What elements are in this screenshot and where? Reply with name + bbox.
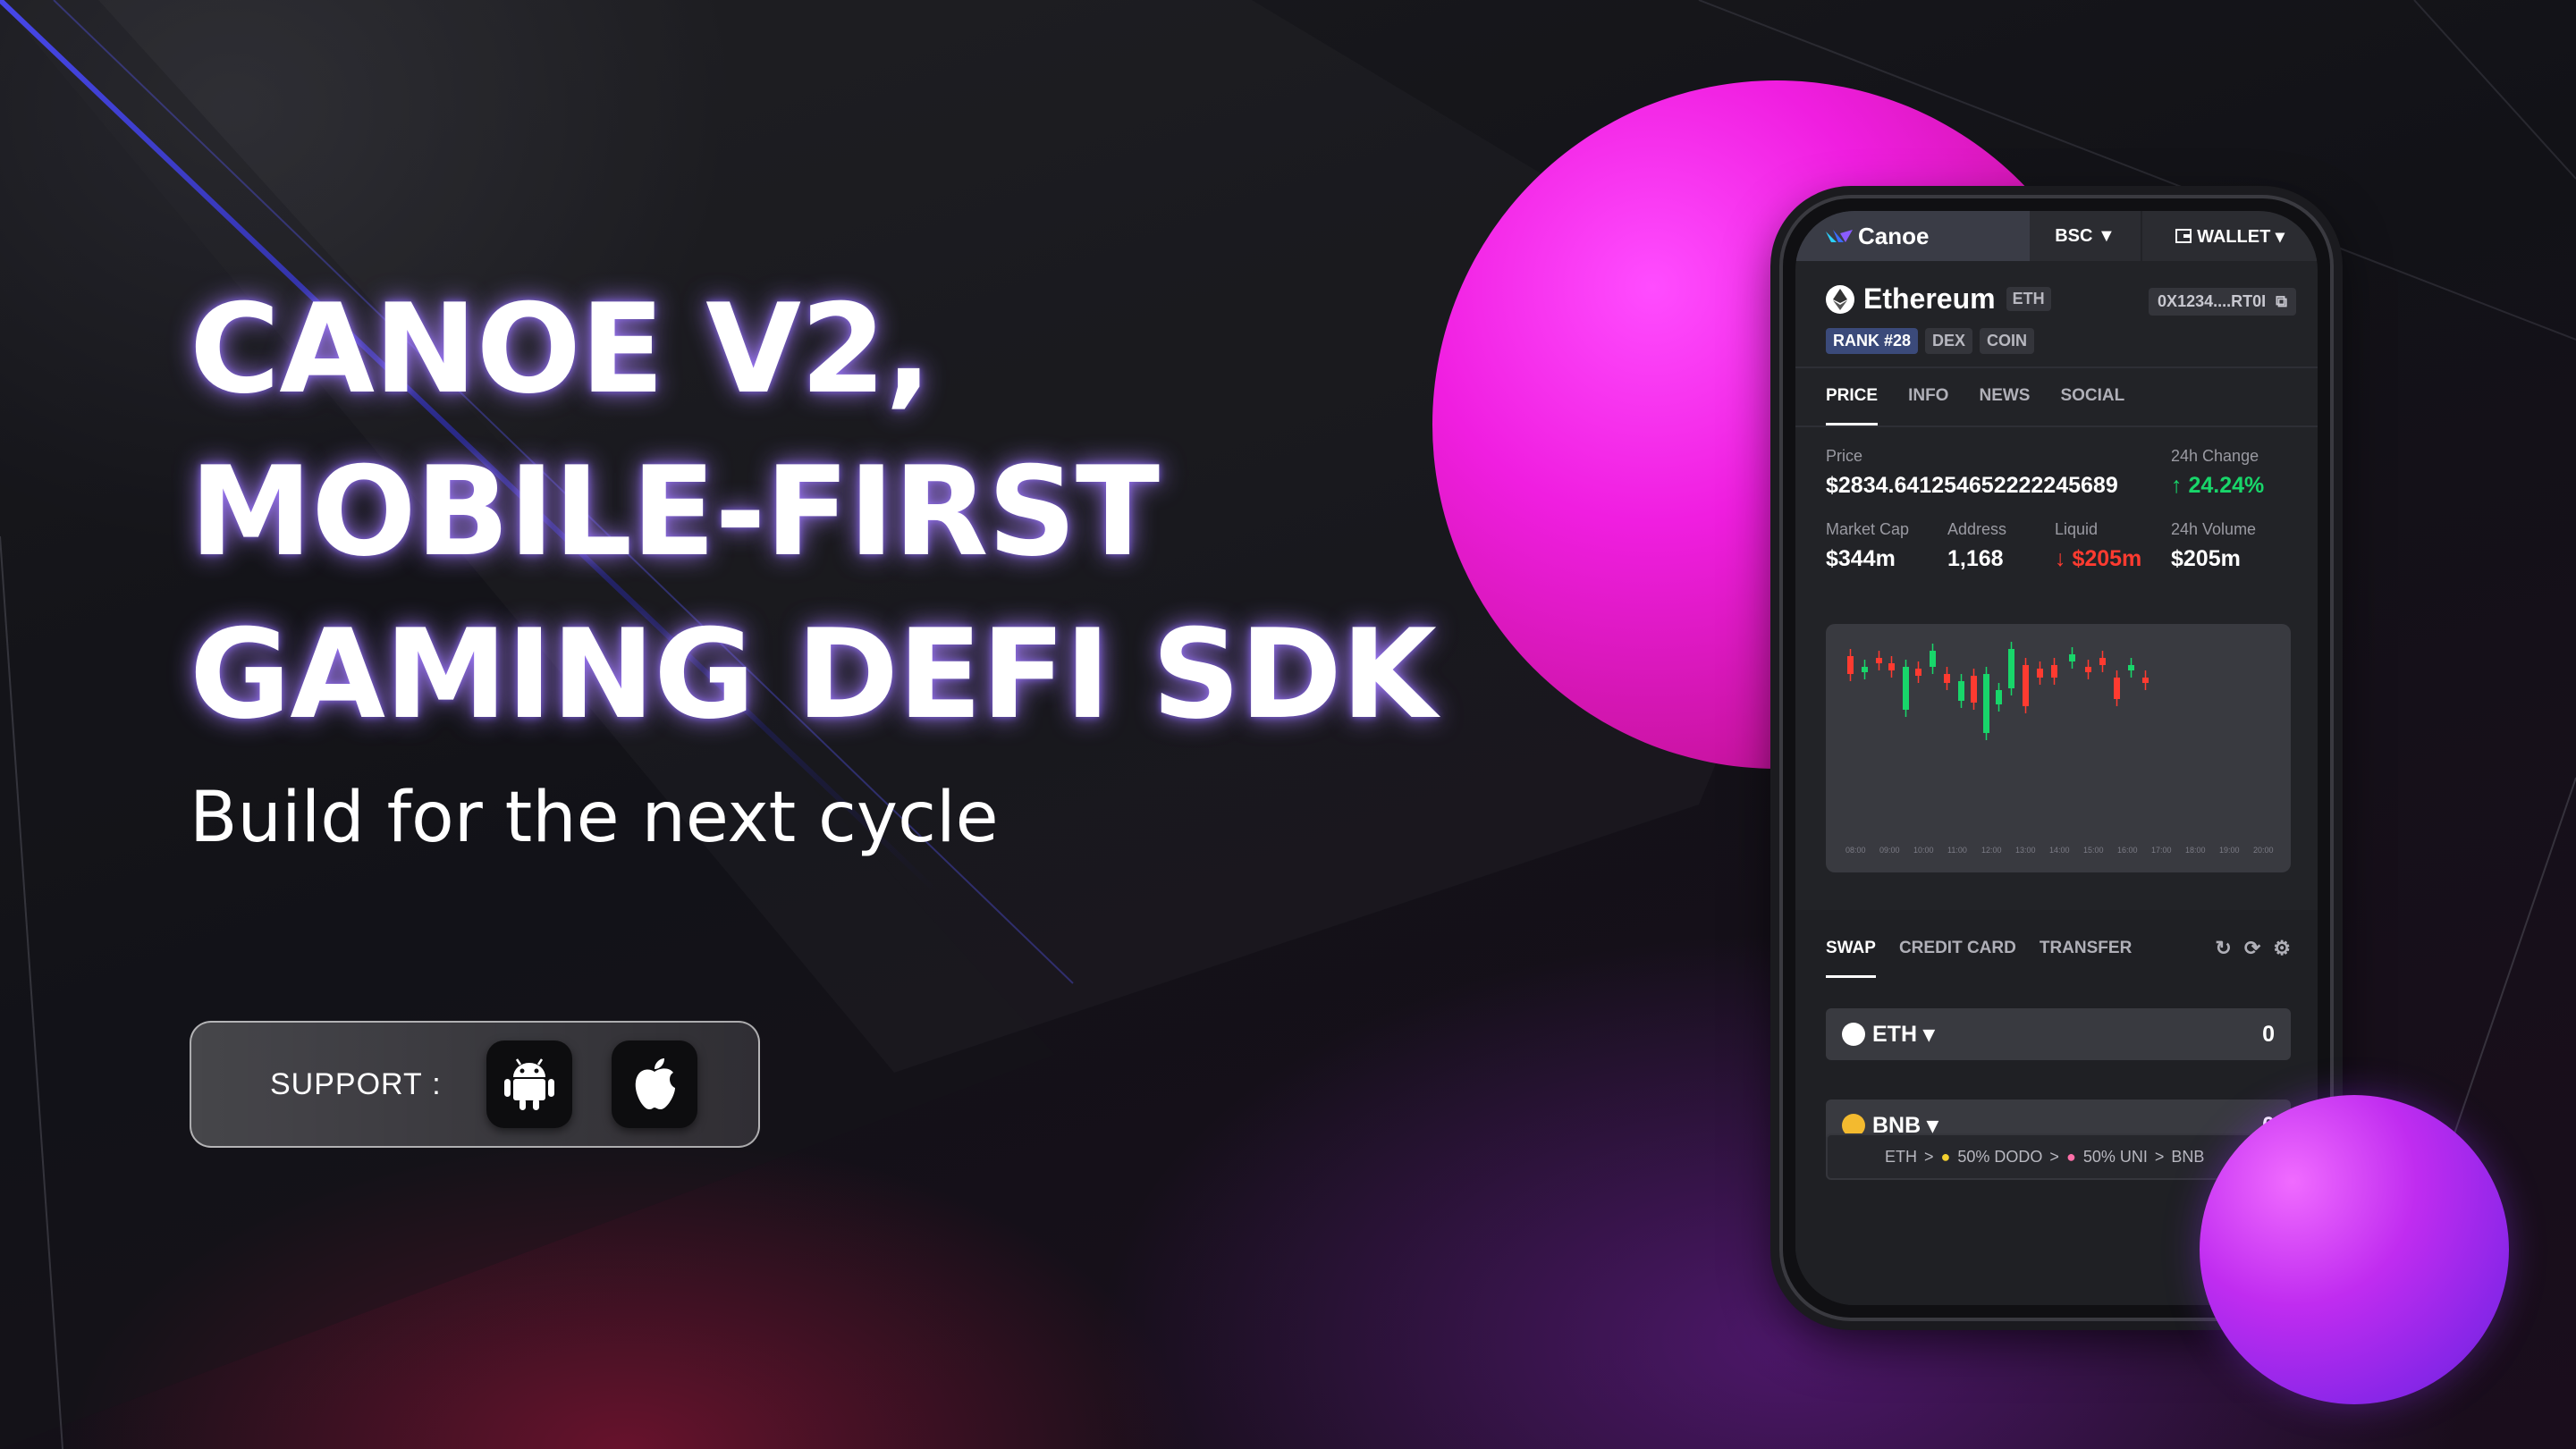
brand-name: Canoe <box>1858 222 1930 249</box>
route-step: 50% DODO <box>1957 1147 2043 1166</box>
support-label: SUPPORT : <box>270 1066 442 1101</box>
android-icon <box>503 1058 554 1110</box>
stat-liquid: Liquid ↓ $205m <box>2055 520 2141 572</box>
stat-address-value: 1,168 <box>1947 546 2004 571</box>
token-stats: Price $2834.641254652222245689 24h Chang… <box>1795 427 2318 606</box>
chart-tick-label: 17:00 <box>2151 846 2172 855</box>
stat-volume-value: $205m <box>2171 546 2241 571</box>
token-address[interactable]: 0X1234....RT0I ⧉ <box>2149 288 2296 316</box>
route-arrow: > <box>2154 1147 2165 1166</box>
chart-tick-label: 15:00 <box>2083 846 2104 855</box>
stat-address: Address 1,168 <box>1947 520 2006 572</box>
decorative-sphere-small <box>2200 1095 2509 1404</box>
chart-tick-label: 14:00 <box>2049 846 2070 855</box>
eth-coin-icon <box>1842 1023 1865 1046</box>
stat-price-label: Price <box>1826 447 1863 465</box>
from-amount[interactable]: 0 <box>2262 1022 2275 1048</box>
chart-tick-label: 11:00 <box>1947 846 1967 855</box>
chart-tick-label: 09:00 <box>1879 846 1900 855</box>
tab-transfer[interactable]: TRANSFER <box>2040 939 2132 978</box>
refresh-icon[interactable]: ↻ <box>2215 937 2231 960</box>
swap-tabs: SWAP CREDIT CARD TRANSFER ↻ ⟳ ⚙ <box>1795 910 2318 978</box>
brand-logo[interactable]: Canoe <box>1795 211 2030 261</box>
apple-icon <box>635 1058 675 1109</box>
stat-market-cap-label: Market Cap <box>1826 520 1910 538</box>
wallet-label: WALLET ▾ <box>2197 226 2285 247</box>
chart-tick-label: 18:00 <box>2185 846 2206 855</box>
tab-swap[interactable]: SWAP <box>1826 939 1876 978</box>
headline: CANOE V2, MOBILE-FIRST GAMING DEFI SDK <box>190 268 1437 756</box>
chart-tick-label: 20:00 <box>2253 846 2274 855</box>
subtitle: Build for the next cycle <box>190 778 999 858</box>
chart-tick-label: 16:00 <box>2117 846 2138 855</box>
token-header: Ethereum ETH 0X1234....RT0I ⧉ RANK #28 D… <box>1795 261 2318 368</box>
stat-price-value: $2834.641254652222245689 <box>1826 473 2118 498</box>
tab-info[interactable]: INFO <box>1908 386 1948 425</box>
route-step: BNB <box>2171 1147 2205 1166</box>
app-screen: Canoe BSC ▼ WALLET ▾ Ethereum ETH 0X1234… <box>1795 211 2318 1305</box>
stat-price: Price $2834.641254652222245689 <box>1826 447 2118 499</box>
canoe-logo-icon <box>1826 230 1853 242</box>
stat-volume-label: 24h Volume <box>2171 520 2257 538</box>
chart-tick-label: 12:00 <box>1981 846 2002 855</box>
stat-market-cap: Market Cap $344m <box>1826 520 1909 572</box>
android-button[interactable] <box>486 1040 572 1128</box>
dodo-icon: ● <box>1940 1147 1951 1166</box>
from-token-field[interactable]: ETH ▾ 0 <box>1826 1008 2291 1060</box>
chart-tick-label: 19:00 <box>2219 846 2240 855</box>
copy-icon[interactable]: ⧉ <box>2276 292 2287 310</box>
stat-market-cap-value: $344m <box>1826 546 1896 571</box>
wallet-icon <box>2175 229 2192 243</box>
tab-credit-card[interactable]: CREDIT CARD <box>1899 939 2016 978</box>
from-token-selector[interactable]: ETH ▾ <box>1872 1021 1935 1048</box>
tab-social[interactable]: SOCIAL <box>2060 386 2124 425</box>
token-symbol: ETH <box>2006 287 2051 311</box>
chart-tick-label: 13:00 <box>2015 846 2036 855</box>
tab-price[interactable]: PRICE <box>1826 386 1879 425</box>
wallet-button[interactable]: WALLET ▾ <box>2142 211 2318 261</box>
chart-tick-label: 08:00 <box>1845 846 1866 855</box>
sync-icon[interactable]: ⟳ <box>2244 937 2260 960</box>
stat-liquid-value: ↓ $205m <box>2055 546 2142 571</box>
candlestick-chart: 08:00 09:00 10:00 11:00 12:00 13:00 14:00 15:00… <box>1826 624 2291 872</box>
headline-line-1: CANOE V2, <box>190 277 932 421</box>
headline-line-3: GAMING DEFI SDK <box>190 602 1437 746</box>
detail-tabs: PRICE INFO NEWS SOCIAL <box>1795 368 2318 427</box>
support-panel: SUPPORT : <box>190 1021 760 1148</box>
tag-coin: COIN <box>1980 328 2035 354</box>
app-topbar: Canoe BSC ▼ WALLET ▾ <box>1795 211 2318 261</box>
stat-change: 24h Change ↑ 24.24% <box>2171 447 2264 499</box>
headline-line-2: MOBILE-FIRST <box>190 440 1160 584</box>
chart-tick-label: 10:00 <box>1913 846 1934 855</box>
route-step: ETH <box>1885 1147 1917 1166</box>
token-tags: RANK #28 DEX COIN <box>1826 328 2287 354</box>
stat-liquid-label: Liquid <box>2055 520 2099 538</box>
token-address-text: 0X1234....RT0I <box>2158 292 2267 310</box>
candlestick-plot: 08:00 09:00 10:00 11:00 12:00 13:00 14:00 15:00… <box>1845 642 2274 855</box>
tag-dex: DEX <box>1925 328 1973 354</box>
swap-actions: ↻ ⟳ ⚙ <box>2215 937 2291 960</box>
tag-rank: RANK #28 <box>1826 328 1919 354</box>
route-arrow: > <box>2049 1147 2059 1166</box>
stat-volume: 24h Volume $205m <box>2171 520 2256 572</box>
route-arrow: > <box>1924 1147 1934 1166</box>
tab-news[interactable]: NEWS <box>1979 386 2030 425</box>
route-step: 50% UNI <box>2082 1147 2148 1166</box>
apple-button[interactable] <box>611 1040 697 1128</box>
stat-address-label: Address <box>1947 520 2007 538</box>
uni-icon: ● <box>2065 1147 2076 1166</box>
ethereum-icon <box>1826 284 1854 314</box>
settings-icon[interactable]: ⚙ <box>2273 937 2291 960</box>
token-name: Ethereum <box>1863 282 1996 315</box>
stat-change-value: ↑ 24.24% <box>2171 473 2265 498</box>
stat-change-label: 24h Change <box>2171 447 2259 465</box>
chain-selector[interactable]: BSC ▼ <box>2030 211 2142 261</box>
